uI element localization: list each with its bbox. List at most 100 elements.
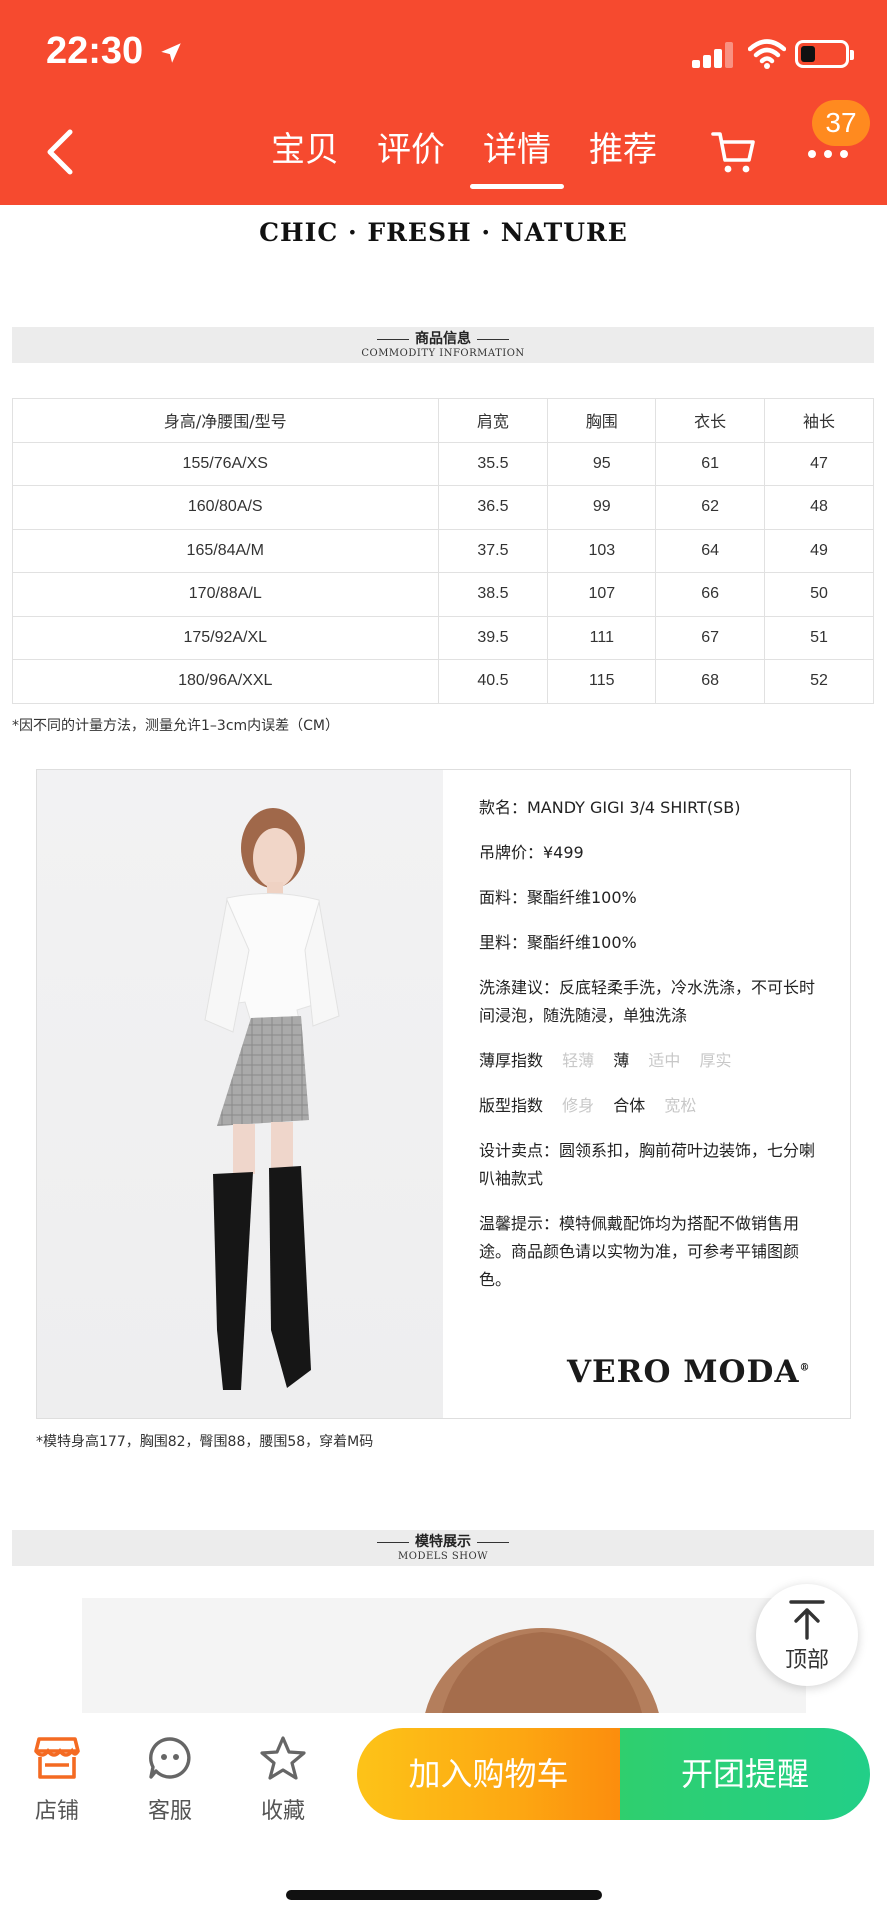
table-cell: 51	[764, 615, 874, 660]
thickness-option: 适中	[648, 1051, 681, 1070]
back-to-top-label: 顶部	[784, 1648, 829, 1673]
table-header-row: 身高/净腰围/型号 肩宽 胸围 衣长 袖长	[12, 398, 874, 443]
table-cell: 160/80A/S	[12, 485, 439, 530]
cart-count-badge: 37	[812, 100, 870, 146]
table-cell: 49	[764, 528, 874, 573]
battery-icon	[795, 40, 854, 68]
table-row: 155/76A/XS 35.5 95 61 47	[12, 441, 874, 486]
table-cell: 35.5	[437, 441, 549, 486]
customer-service-label: 客服	[147, 1799, 192, 1824]
table-cell: 66	[655, 572, 766, 617]
brand-logo: VERO MODA®	[567, 1354, 811, 1390]
wifi-icon	[748, 39, 786, 69]
table-cell: 103	[547, 528, 657, 573]
column-header: 胸围	[547, 398, 657, 443]
clock-text: 22:30	[46, 30, 144, 72]
customer-service-button[interactable]: 客服	[130, 1735, 210, 1825]
tab-details[interactable]: 详情	[464, 122, 570, 189]
top-header: 22:30 宝贝 评价 详情 推荐 37	[0, 0, 887, 205]
favorite-button[interactable]: 收藏	[243, 1735, 323, 1825]
brand-logo-text: VERO MODA	[567, 1354, 800, 1390]
cart-icon[interactable]	[710, 128, 758, 176]
fabric-info: 面料：聚酯纤维100%	[479, 888, 637, 907]
thickness-index: 薄厚指数 轻薄 薄 适中 厚实	[479, 1047, 829, 1075]
back-to-top-button[interactable]: 顶部	[756, 1584, 858, 1686]
store-icon	[34, 1737, 80, 1779]
measurement-note: *因不同的计量方法，测量允许1–3cm内误差（CM）	[12, 718, 340, 734]
column-header: 身高/净腰围/型号	[12, 398, 439, 443]
cellular-signal-icon	[692, 42, 736, 68]
group-buy-reminder-button[interactable]: 开团提醒	[620, 1728, 870, 1820]
table-cell: 61	[655, 441, 766, 486]
thickness-option-selected: 薄	[613, 1051, 630, 1070]
tab-reviews[interactable]: 评价	[358, 122, 464, 182]
table-row: 180/96A/XXL 40.5 115 68 52	[12, 659, 874, 704]
arrow-up-icon	[789, 1600, 825, 1640]
table-cell: 50	[764, 572, 874, 617]
model-measurements-note: *模特身高177，胸围82，臀围88，腰围58，穿着M码	[36, 1434, 374, 1450]
product-info-list: 款名：MANDY GIGI 3/4 SHIRT(SB) 吊牌价：¥499 面料：…	[479, 794, 829, 1311]
star-icon	[260, 1736, 306, 1780]
section-subtitle: MODELS SHOW	[398, 1551, 488, 1562]
table-cell: 37.5	[437, 528, 549, 573]
back-button[interactable]	[40, 126, 80, 178]
section-subtitle: COMMODITY INFORMATION	[361, 348, 525, 359]
table-cell: 115	[547, 659, 657, 704]
column-header: 衣长	[655, 398, 766, 443]
table-cell: 175/92A/XL	[12, 615, 439, 660]
table-row: 165/84A/M 37.5 103 64 49	[12, 528, 874, 573]
table-cell: 64	[655, 528, 766, 573]
size-chart-table: 身高/净腰围/型号 肩宽 胸围 衣长 袖长 155/76A/XS 35.5 95 61…	[12, 398, 874, 704]
add-to-cart-button[interactable]: 加入购物车	[357, 1728, 620, 1820]
table-row: 170/88A/L 38.5 107 66 50	[12, 572, 874, 617]
location-arrow-icon	[161, 43, 181, 63]
bottom-action-bar: 店铺 客服 收藏 加入购物车 开团提醒	[0, 1713, 887, 1920]
table-cell: 48	[764, 485, 874, 530]
fit-option: 宽松	[664, 1096, 697, 1115]
fit-label: 版型指数	[479, 1096, 544, 1115]
table-cell: 99	[547, 485, 657, 530]
table-cell: 165/84A/M	[12, 528, 439, 573]
thickness-label: 薄厚指数	[479, 1051, 544, 1070]
table-cell: 111	[547, 615, 657, 660]
column-header: 肩宽	[437, 398, 549, 443]
column-header: 袖长	[764, 398, 874, 443]
brand-slogan: CHIC · FRESH · NATURE	[259, 218, 628, 247]
fit-option: 修身	[562, 1096, 595, 1115]
home-indicator[interactable]	[286, 1890, 602, 1900]
fit-index: 版型指数 修身 合体 宽松	[479, 1092, 829, 1120]
fit-option-selected: 合体	[613, 1096, 646, 1115]
table-cell: 36.5	[437, 485, 549, 530]
store-button[interactable]: 店铺	[17, 1735, 97, 1825]
models-show-header: 模特展示 MODELS SHOW	[12, 1530, 874, 1566]
model-figure-illustration	[204, 808, 340, 1390]
table-cell: 68	[655, 659, 766, 704]
table-cell: 40.5	[437, 659, 549, 704]
chat-icon	[149, 1737, 191, 1779]
table-row: 175/92A/XL 39.5 111 67 51	[12, 615, 874, 660]
thickness-option: 轻薄	[562, 1051, 595, 1070]
style-name: 款名：MANDY GIGI 3/4 SHIRT(SB)	[479, 798, 741, 817]
store-label: 店铺	[34, 1799, 79, 1824]
favorite-label: 收藏	[260, 1799, 305, 1824]
reminder-note: 温馨提示：模特佩戴配饰均为搭配不做销售用途。商品颜色请以实物为准，可参考平铺图颜…	[479, 1214, 800, 1289]
section-title: 模特展示	[12, 1533, 874, 1551]
washing-advice: 洗涤建议：反底轻柔手洗，冷水洗涤，不可长时间浸泡，随洗随浸，单独洗涤	[479, 978, 816, 1025]
table-cell: 170/88A/L	[12, 572, 439, 617]
commodity-info-header: 商品信息 COMMODITY INFORMATION	[12, 327, 874, 363]
table-cell: 95	[547, 441, 657, 486]
table-row: 160/80A/S 36.5 99 62 48	[12, 485, 874, 530]
model-photo	[37, 770, 443, 1418]
table-cell: 39.5	[437, 615, 549, 660]
table-cell: 38.5	[437, 572, 549, 617]
table-cell: 67	[655, 615, 766, 660]
product-info-card: 款名：MANDY GIGI 3/4 SHIRT(SB) 吊牌价：¥499 面料：…	[36, 769, 851, 1419]
tab-recommend[interactable]: 推荐	[570, 122, 676, 182]
tab-item[interactable]: 宝贝	[252, 122, 358, 182]
table-cell: 47	[764, 441, 874, 486]
table-cell: 62	[655, 485, 766, 530]
table-cell: 52	[764, 659, 874, 704]
section-title: 商品信息	[12, 330, 874, 348]
table-cell: 107	[547, 572, 657, 617]
table-cell: 180/96A/XXL	[12, 659, 439, 704]
